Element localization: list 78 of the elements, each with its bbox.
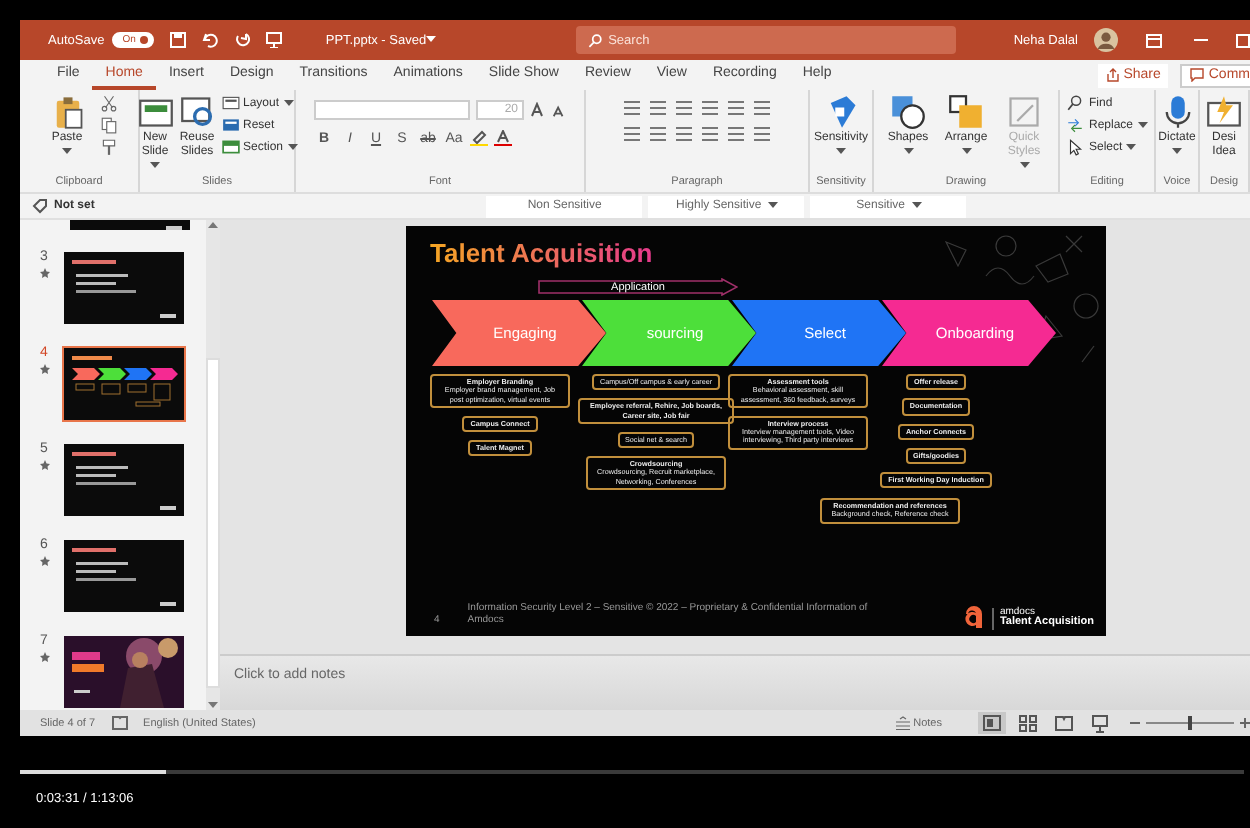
scissors-icon [99,94,117,112]
comment-icon [1190,68,1205,82]
star-icon [39,268,49,278]
line-spacing-icon[interactable] [726,100,746,116]
ribbon-button[interactable] [99,116,117,134]
reset-icon [221,116,239,134]
slide-thumbnail[interactable] [64,348,184,420]
notes-icon [895,716,910,730]
minimize-icon[interactable] [1194,38,1208,42]
caret-icon [1172,148,1182,156]
caret-icon [911,202,922,210]
caret-icon [961,148,971,156]
view-button[interactable] [1086,712,1114,734]
align-text-icon[interactable] [752,126,772,142]
grow-font-icon[interactable] [530,102,546,118]
caret-icon [1126,143,1137,151]
zoom-in-icon[interactable] [1240,718,1250,728]
caret-icon [62,148,72,156]
tag-icon [32,198,48,214]
caret-icon [836,148,846,156]
align-right-icon[interactable] [674,126,694,142]
columns-icon[interactable] [726,126,746,142]
caret-icon [903,148,913,156]
star-icon [39,460,49,470]
star-icon [39,652,49,662]
decrease-indent-icon[interactable] [674,100,694,116]
increase-indent-icon[interactable] [700,100,720,116]
view-button[interactable] [978,712,1006,734]
caret-icon [1019,162,1029,170]
star-icon [39,364,49,374]
caret-icon [1137,121,1147,129]
sorter-view-icon [1018,713,1038,733]
presenter-icon[interactable] [265,32,282,48]
align-center-icon[interactable] [648,126,668,142]
search-icon [1066,94,1085,112]
slide-title: Talent Acquisition [430,238,653,268]
bullet-list-icon[interactable] [622,100,642,116]
caret-icon [150,162,160,170]
save-icon[interactable] [169,32,186,48]
section-icon [221,138,239,156]
caret-icon [287,143,298,151]
logo-icon [961,606,986,630]
justify-icon[interactable] [700,126,720,142]
slide-thumbnail[interactable] [64,252,184,324]
slideshow-view-icon [1090,713,1110,733]
text-direction-icon[interactable] [752,100,772,116]
cursor-icon [1066,138,1085,156]
caret-icon [767,202,778,210]
font-color-icon[interactable] [494,130,512,146]
align-left-icon[interactable] [622,126,642,142]
star-icon [39,556,49,566]
view-button[interactable] [1050,712,1078,734]
format-painter-icon [99,138,117,156]
avatar-icon[interactable] [1094,28,1118,52]
view-button[interactable] [1014,712,1042,734]
redo-icon[interactable] [233,32,250,48]
highlighter-icon[interactable] [470,130,488,146]
normal-view-icon [982,713,1002,733]
copy-icon [99,116,117,134]
book-icon[interactable] [111,716,128,730]
reading-view-icon [1054,713,1074,733]
zoom-out-icon[interactable] [1130,718,1140,728]
share-icon [1105,68,1120,82]
slide-thumbnail[interactable] [64,540,184,612]
ribbon-display-icon[interactable] [1146,33,1162,47]
font-name-field[interactable] [314,100,470,120]
replace-icon [1066,116,1085,134]
restore-icon[interactable] [1236,33,1250,47]
numbered-list-icon[interactable] [648,100,668,116]
caret-icon [283,99,294,107]
ribbon-button[interactable] [99,138,117,156]
slide-thumbnail[interactable] [64,444,184,516]
caret-icon [426,36,437,44]
scrollbar[interactable] [206,220,220,710]
undo-icon[interactable] [201,32,218,48]
shrink-font-icon[interactable] [552,103,566,117]
slide-thumbnail[interactable] [64,636,184,708]
ribbon-button[interactable] [99,94,117,112]
